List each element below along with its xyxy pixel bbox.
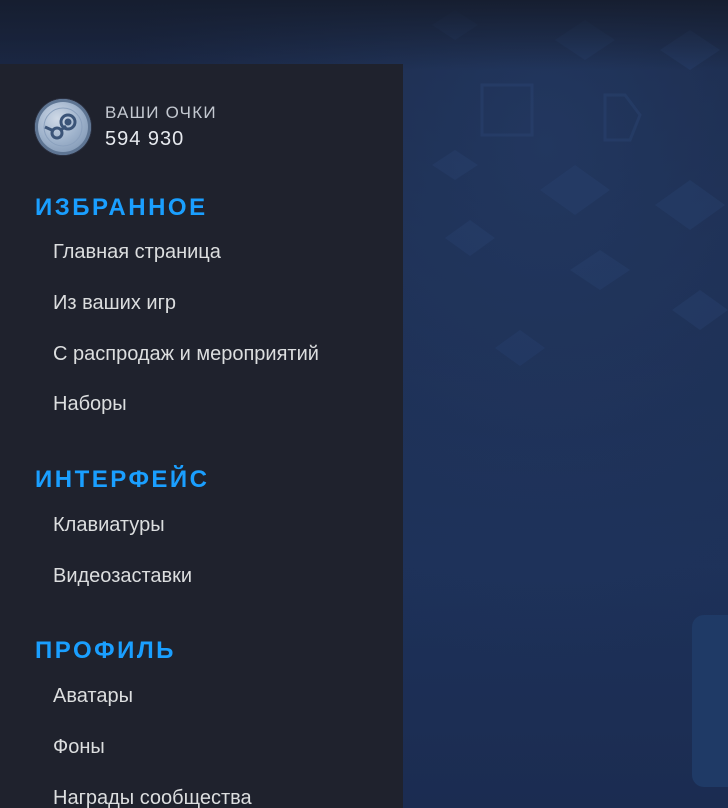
nav-item-sales-events[interactable]: С распродаж и мероприятий	[53, 342, 319, 366]
section-title-profile: ПРОФИЛЬ	[35, 637, 176, 664]
nav-item-avatars[interactable]: Аватары	[53, 684, 133, 708]
section-title-favorites: ИЗБРАННОЕ	[35, 194, 208, 221]
steam-logo-icon	[35, 99, 91, 155]
nav-item-community-awards[interactable]: Награды сообщества	[53, 786, 252, 808]
nav-item-from-your-games[interactable]: Из ваших игр	[53, 291, 176, 315]
section-title-interface: ИНТЕРФЕЙС	[35, 466, 210, 493]
nav-item-backgrounds[interactable]: Фоны	[53, 735, 105, 759]
nav-item-bundles[interactable]: Наборы	[53, 392, 127, 416]
nav-item-home[interactable]: Главная страница	[53, 240, 221, 264]
sidebar: ВАШИ ОЧКИ 594 930 ИЗБРАННОЕ Главная стра…	[0, 64, 403, 808]
content-card	[692, 615, 728, 787]
nav-item-startup-movies[interactable]: Видеозаставки	[53, 564, 192, 588]
points-value: 594 930	[105, 127, 185, 150]
nav-item-keyboards[interactable]: Клавиатуры	[53, 513, 165, 537]
points-label: ВАШИ ОЧКИ	[105, 102, 217, 122]
points-balance: ВАШИ ОЧКИ 594 930	[35, 99, 217, 155]
